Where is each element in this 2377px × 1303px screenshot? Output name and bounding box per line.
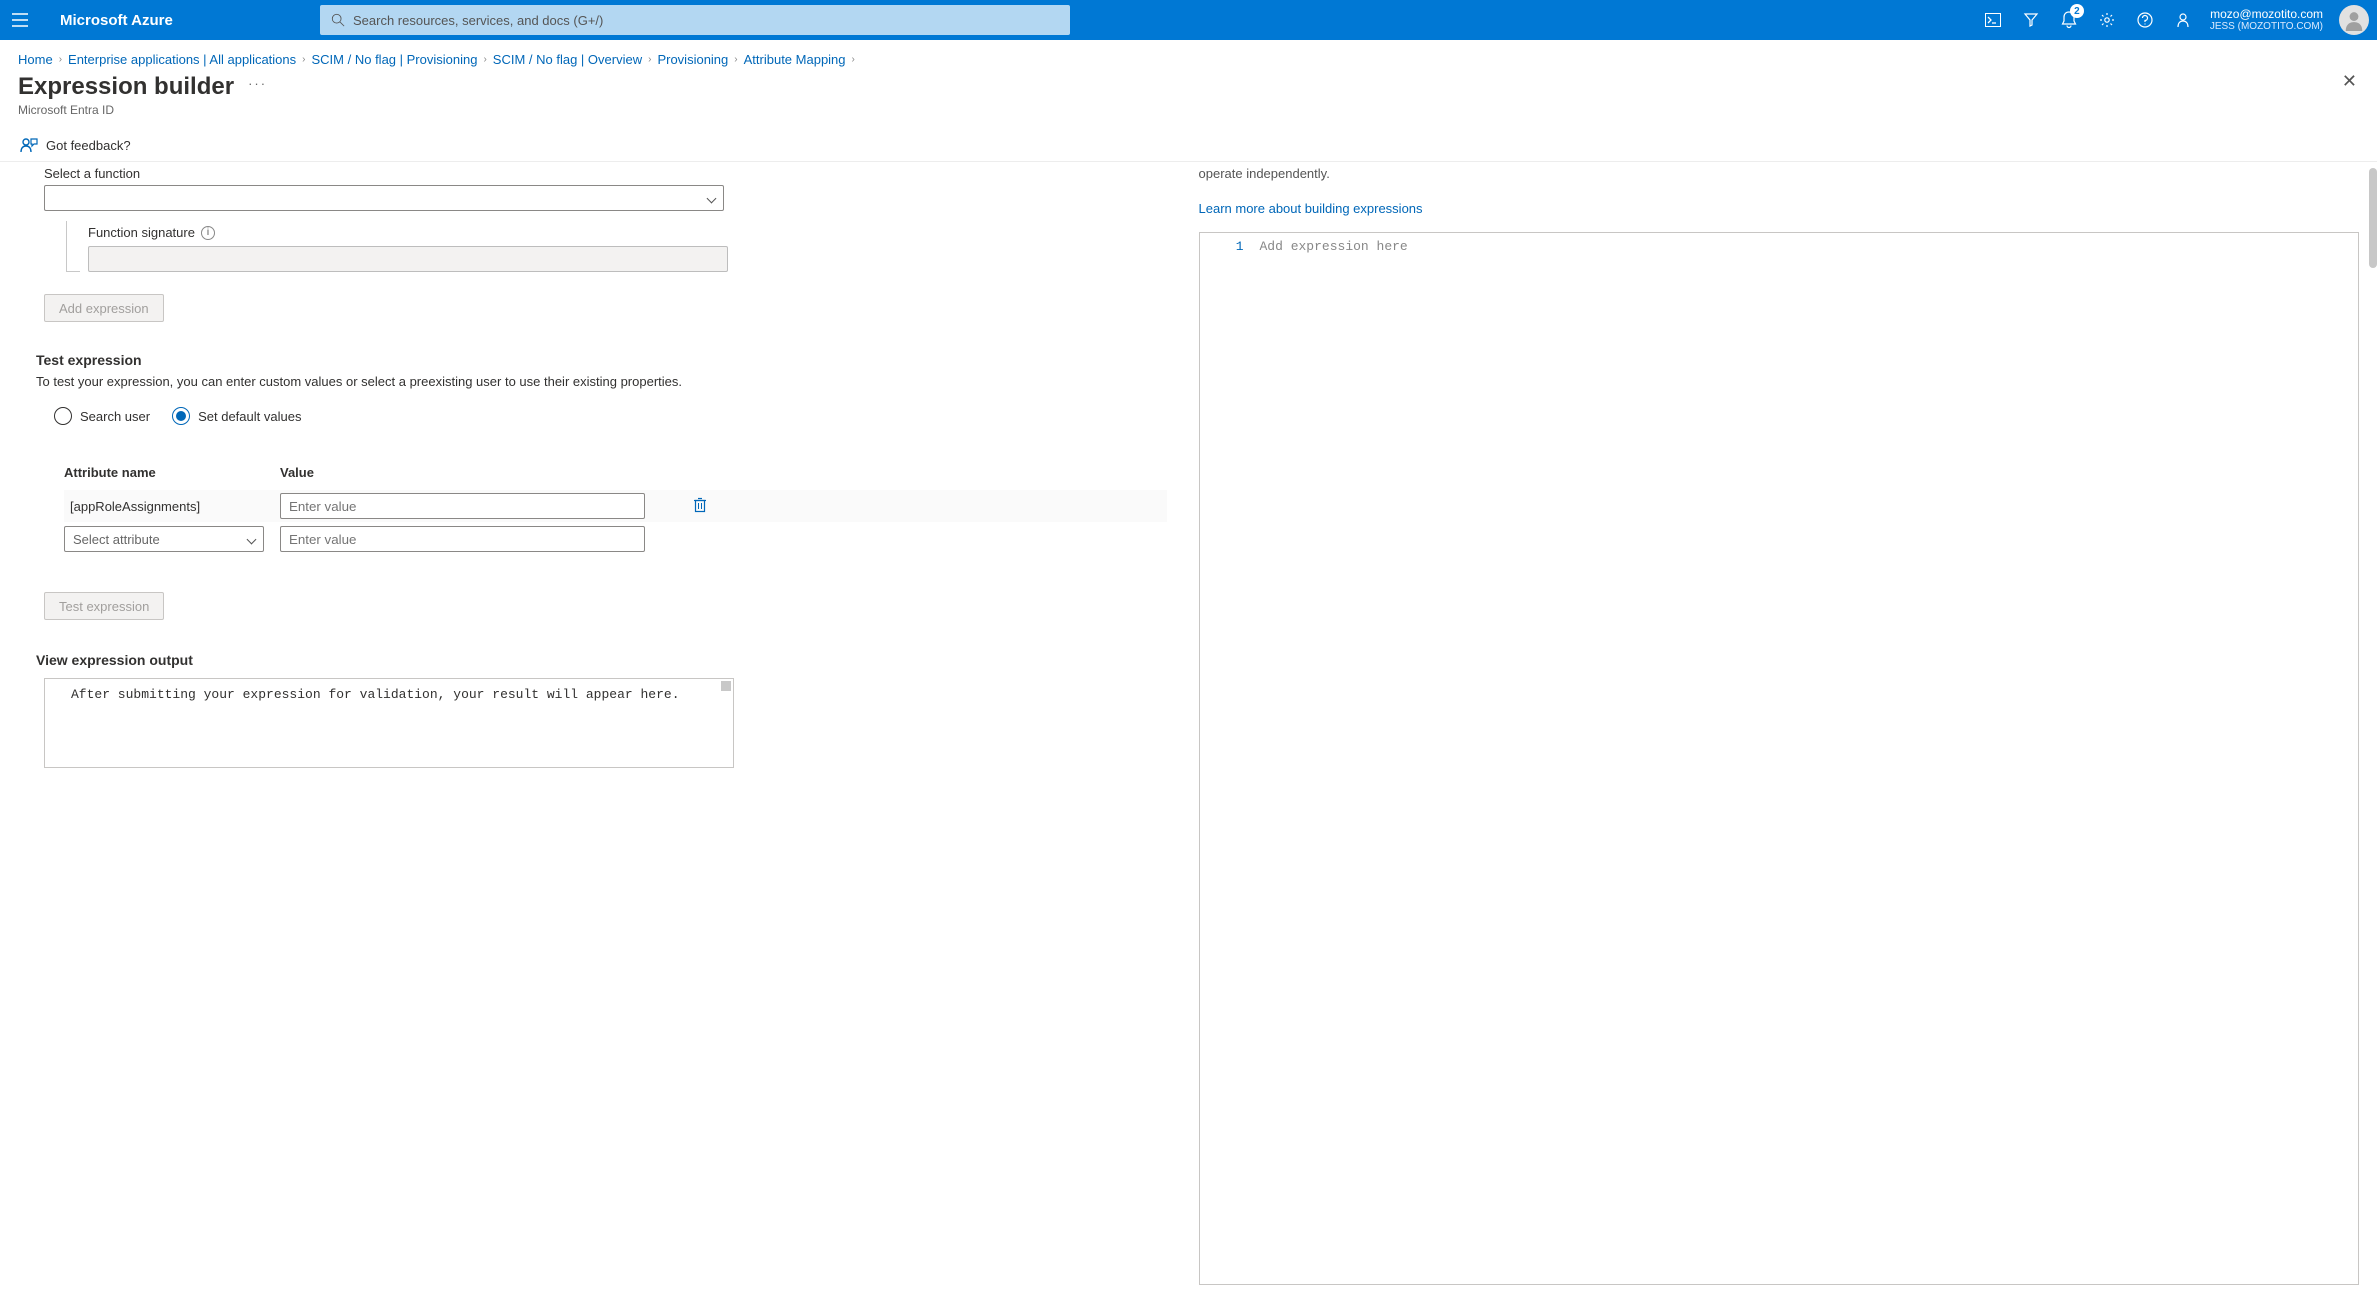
output-box: After submitting your expression for val…	[44, 678, 734, 768]
account-email: mozo@mozotito.com	[2210, 8, 2323, 21]
account-org: JESS (MOZOTITO.COM)	[2210, 21, 2323, 32]
table-row: Select attribute	[64, 522, 1167, 556]
description-continuation: operate independently.	[1199, 162, 2360, 181]
crumb-provisioning[interactable]: Provisioning	[657, 52, 728, 67]
select-attribute-dropdown[interactable]: Select attribute	[64, 526, 264, 552]
attr-value-input[interactable]	[280, 493, 645, 519]
chevron-right-icon: ›	[483, 54, 486, 65]
chevron-down-icon	[247, 534, 257, 544]
feedback-person-icon	[20, 137, 38, 153]
radio-search-user-label: Search user	[80, 409, 150, 424]
select-function-dropdown[interactable]	[44, 185, 724, 211]
crumb-scim-provisioning[interactable]: SCIM / No flag | Provisioning	[312, 52, 478, 67]
settings-icon[interactable]	[2088, 0, 2126, 40]
expression-editor[interactable]: 1 Add expression here	[1199, 232, 2360, 1285]
select-function-label: Select a function	[44, 166, 1167, 181]
function-signature-field	[88, 246, 728, 272]
attr-name-cell: [appRoleAssignments]	[64, 499, 280, 514]
hamburger-menu[interactable]	[0, 0, 40, 40]
learn-more-link[interactable]: Learn more about building expressions	[1199, 201, 2360, 216]
page-subtitle: Microsoft Entra ID	[0, 101, 2377, 129]
output-placeholder-text: After submitting your expression for val…	[71, 687, 680, 702]
table-row: [appRoleAssignments]	[64, 490, 1167, 522]
search-input[interactable]: Search resources, services, and docs (G+…	[320, 5, 1070, 35]
crumb-scim-overview[interactable]: SCIM / No flag | Overview	[493, 52, 642, 67]
chevron-right-icon: ›	[734, 54, 737, 65]
col-attribute-name: Attribute name	[64, 465, 280, 480]
feedback-link[interactable]: Got feedback?	[0, 129, 2377, 162]
chevron-right-icon: ›	[852, 54, 855, 65]
delete-row-icon[interactable]	[693, 497, 707, 516]
test-expression-button: Test expression	[44, 592, 164, 620]
function-signature-label: Function signature	[88, 225, 195, 240]
chevron-down-icon	[707, 193, 717, 203]
avatar[interactable]	[2339, 5, 2369, 35]
help-icon[interactable]	[2126, 0, 2164, 40]
close-icon[interactable]: ✕	[2342, 71, 2357, 92]
crumb-home[interactable]: Home	[18, 52, 53, 67]
select-attribute-placeholder: Select attribute	[73, 532, 160, 547]
account-block[interactable]: mozo@mozotito.com JESS (MOZOTITO.COM)	[2202, 8, 2331, 32]
page-title: Expression builder	[18, 73, 234, 101]
info-icon[interactable]: i	[201, 226, 215, 240]
radio-search-user[interactable]: Search user	[54, 407, 150, 425]
test-expression-description: To test your expression, you can enter c…	[36, 374, 1167, 389]
chevron-right-icon: ›	[648, 54, 651, 65]
cloud-shell-icon[interactable]	[1974, 0, 2012, 40]
col-value: Value	[280, 465, 650, 480]
search-icon	[331, 13, 345, 27]
add-expression-button: Add expression	[44, 294, 164, 322]
more-actions-icon[interactable]: ···	[248, 76, 267, 91]
feedback-icon[interactable]	[2164, 0, 2202, 40]
chevron-right-icon: ›	[59, 54, 62, 65]
search-placeholder: Search resources, services, and docs (G+…	[353, 13, 603, 28]
view-output-heading: View expression output	[36, 652, 1167, 668]
directory-filter-icon[interactable]	[2012, 0, 2050, 40]
breadcrumb: Home › Enterprise applications | All appl…	[0, 40, 2377, 67]
radio-set-default-values[interactable]: Set default values	[172, 407, 301, 425]
attr-value-input[interactable]	[280, 526, 645, 552]
notification-badge: 2	[2070, 4, 2084, 18]
radio-set-default-values-label: Set default values	[198, 409, 301, 424]
crumb-enterprise-apps[interactable]: Enterprise applications | All applicatio…	[68, 52, 296, 67]
editor-gutter: 1	[1200, 233, 1254, 1284]
editor-content[interactable]: Add expression here	[1254, 233, 2359, 1284]
notifications-icon[interactable]: 2	[2050, 0, 2088, 40]
feedback-label: Got feedback?	[46, 138, 131, 153]
chevron-right-icon: ›	[302, 54, 305, 65]
crumb-attribute-mapping[interactable]: Attribute Mapping	[744, 52, 846, 67]
brand-label: Microsoft Azure	[60, 12, 173, 29]
test-expression-heading: Test expression	[36, 352, 1167, 368]
